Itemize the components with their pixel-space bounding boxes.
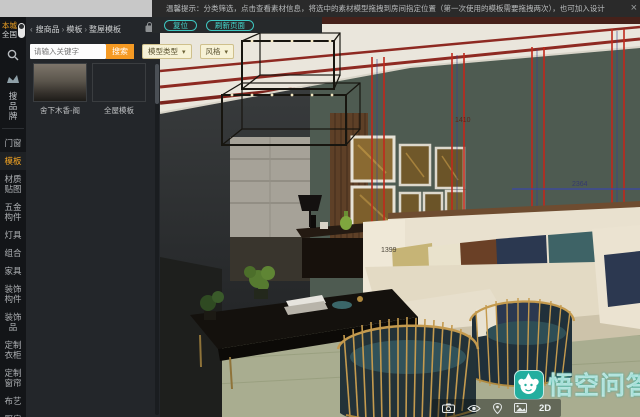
camera-icon[interactable]: [442, 403, 455, 413]
dimension-label: 1399: [381, 247, 397, 255]
breadcrumb-separator: ›: [62, 25, 65, 34]
thumbnail-image: [33, 63, 87, 102]
reset-button[interactable]: 复位: [164, 20, 197, 31]
breadcrumb-separator: ›: [84, 25, 87, 34]
thumbnail-label: 全屋模板: [92, 105, 146, 116]
photo-icon[interactable]: [514, 403, 527, 413]
region-toggle[interactable]: 本城 全国: [0, 17, 26, 42]
notification-actions: 复位 刷新页面: [152, 17, 322, 33]
category-sidebar: 本城 全国 搜品牌 门窗 模板 材质贴图 五金构件 灯具: [0, 17, 26, 417]
watermark-logo: [514, 370, 544, 400]
filter-dropdown[interactable]: 风格 ▾: [200, 44, 235, 59]
panel-scrollbar[interactable]: [155, 64, 159, 415]
category-list: 门窗 模板 材质贴图 五金构件 灯具 组合 家具 装饰构件 装饰品 定制衣柜 定…: [0, 134, 26, 417]
notification-bar: 温馨提示：分类筛选，点击查看素材信息，将选中的素材模型拖拽到房间指定位置（第一次…: [152, 0, 640, 17]
viewport-toolbar: 2D: [432, 399, 561, 417]
template-thumbnail[interactable]: 舍下木香-阁: [33, 63, 87, 116]
sidebar-category[interactable]: 模板: [0, 152, 26, 170]
search-input[interactable]: [30, 44, 106, 59]
sidebar-category[interactable]: 定制窗帘: [0, 364, 26, 392]
dimension-label: 2364: [572, 181, 588, 189]
sidebar-category[interactable]: 门窗: [0, 134, 26, 152]
mode-2d-button[interactable]: 2D: [539, 403, 551, 414]
sidebar-category[interactable]: 五金构件: [0, 198, 26, 226]
eye-icon[interactable]: [467, 404, 481, 413]
caret-down-icon: ▾: [225, 48, 229, 56]
hint-text: 温馨提示：分类筛选，点击查看素材信息，将选中的素材模型拖拽到房间指定位置（第一次…: [152, 3, 605, 14]
template-thumbnail[interactable]: 全屋模板: [92, 63, 146, 116]
sidebar-category[interactable]: 装饰品: [0, 308, 26, 336]
sidebar-category[interactable]: 厨房: [0, 410, 26, 417]
region-local-label: 本城: [2, 21, 17, 30]
thumbnail-label: 舍下木香-阁: [33, 105, 87, 116]
breadcrumb-item[interactable]: 模板›: [66, 24, 89, 35]
brand-search[interactable]: 搜品牌: [0, 67, 26, 123]
search-icon[interactable]: [0, 42, 26, 67]
pin-icon[interactable]: [493, 403, 502, 414]
breadcrumb-item[interactable]: 搜商品›: [36, 24, 67, 35]
toggle-switch[interactable]: [18, 23, 25, 38]
render-viewport[interactable]: 1410 2364 1399 悟空问答: [160, 17, 640, 417]
breadcrumb-item[interactable]: 整屋模板›: [89, 24, 121, 35]
thumbnail-grid: 舍下木香-阁 全屋模板: [26, 63, 160, 116]
close-icon[interactable]: ×: [631, 1, 637, 15]
wall-cabinet: [230, 137, 310, 281]
library-panel: ‹ 搜商品› 模板› 整屋模板› 搜索 舍下木香-阁: [26, 17, 160, 417]
render-3d-scene: [160, 17, 640, 417]
refresh-page-button[interactable]: 刷新页面: [206, 20, 254, 31]
sidebar-category[interactable]: 装饰构件: [0, 280, 26, 308]
brand-search-label: 搜品牌: [8, 91, 19, 121]
watermark-text: 悟空问答: [548, 366, 640, 402]
search-button[interactable]: 搜索: [106, 44, 134, 59]
sidebar-category[interactable]: 组合: [0, 244, 26, 262]
top-corner-strip: [0, 0, 152, 17]
divider: [2, 128, 24, 129]
caret-down-icon: ▾: [182, 48, 186, 56]
sidebar-category[interactable]: 灯具: [0, 226, 26, 244]
filter-dropdown[interactable]: 模型类型 ▾: [142, 44, 192, 59]
sidebar-category[interactable]: 材质贴图: [0, 170, 26, 198]
sidebar-category[interactable]: 定制衣柜: [0, 336, 26, 364]
sidebar-category[interactable]: 布艺: [0, 392, 26, 410]
breadcrumb: ‹ 搜商品› 模板› 整屋模板›: [26, 22, 160, 36]
filter-bar: 模型类型 ▾ 风格 ▾: [142, 44, 234, 59]
interior-design-app: 1410 2364 1399 悟空问答: [0, 0, 640, 417]
sidebar-category[interactable]: 家具: [0, 262, 26, 280]
crown-icon: [6, 74, 20, 84]
region-national-label: 全国: [2, 30, 17, 39]
dimension-label: 1410: [455, 117, 471, 125]
back-chevron-icon[interactable]: ‹: [30, 25, 33, 34]
thumbnail-image: [92, 63, 146, 102]
